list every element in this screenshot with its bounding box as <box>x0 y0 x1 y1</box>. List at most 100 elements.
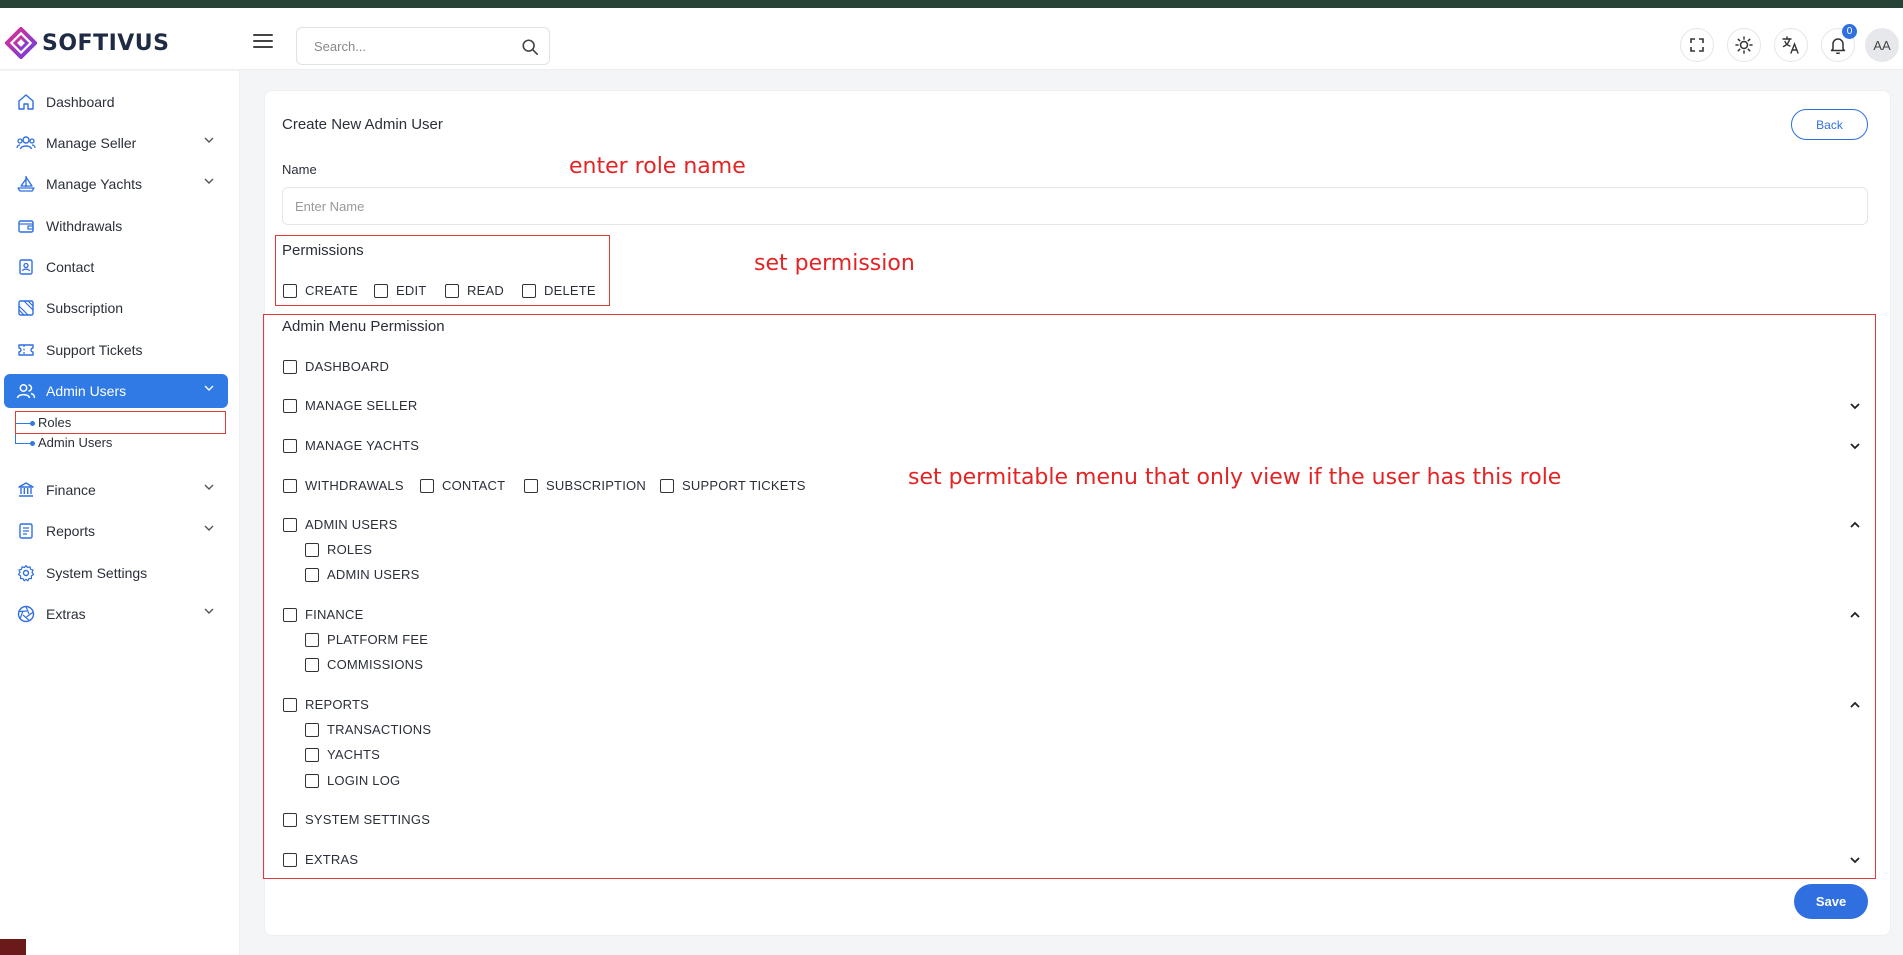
permission-delete-checkbox[interactable]: DELETE <box>522 283 596 298</box>
checkbox-label: CREATE <box>305 283 358 298</box>
sidebar-subitem-admin-users[interactable]: Admin Users <box>38 435 112 450</box>
checkbox-box[interactable] <box>660 478 674 493</box>
language-button[interactable] <box>1774 28 1808 62</box>
checkbox-box[interactable] <box>374 283 388 298</box>
sidebar-item-extras[interactable]: Extras <box>4 597 228 631</box>
checkbox-label: WITHDRAWALS <box>305 478 404 493</box>
checkbox-box[interactable] <box>283 359 297 374</box>
sidebar-item-withdrawals[interactable]: Withdrawals <box>4 209 228 243</box>
checkbox-box[interactable] <box>305 567 319 582</box>
checkbox-label: ROLES <box>327 542 373 557</box>
chevron-up-icon[interactable] <box>1848 518 1862 532</box>
back-button[interactable]: Back <box>1791 109 1868 140</box>
chevron-down-icon <box>204 178 214 184</box>
menu-platform-fee-checkbox[interactable]: PLATFORM FEE <box>305 632 428 647</box>
chevron-down-icon[interactable] <box>1848 853 1862 867</box>
permission-edit-checkbox[interactable]: EDIT <box>374 283 426 298</box>
menu-withdrawals-checkbox[interactable]: WITHDRAWALS <box>283 478 404 493</box>
checkbox-box[interactable] <box>283 517 297 532</box>
checkbox-box[interactable] <box>283 283 297 298</box>
corner-widget <box>0 939 26 955</box>
page-title: Create New Admin User <box>282 116 443 133</box>
sidebar-item-label: Manage Yachts <box>46 176 142 192</box>
menu-login-log-checkbox[interactable]: LOGIN LOG <box>305 773 400 788</box>
sidebar-item-admin-users[interactable]: Admin Users <box>4 374 228 408</box>
chevron-up-icon[interactable] <box>1848 698 1862 712</box>
checkbox-box[interactable] <box>305 632 319 647</box>
sidebar-item-label: Contact <box>46 259 95 275</box>
theme-toggle-button[interactable] <box>1727 28 1761 62</box>
checkbox-box[interactable] <box>283 438 297 453</box>
sidebar-item-label: Reports <box>46 523 96 539</box>
checkbox-box[interactable] <box>305 747 319 762</box>
checkbox-box[interactable] <box>522 283 536 298</box>
checkbox-label: YACHTS <box>327 747 380 762</box>
menu-yachts-checkbox[interactable]: YACHTS <box>305 747 380 762</box>
checkbox-label: ADMIN USERS <box>327 567 420 582</box>
menu-toggle-icon[interactable] <box>253 34 273 50</box>
chevron-down-icon <box>204 608 214 614</box>
menu-extras-checkbox[interactable]: EXTRAS <box>283 852 358 867</box>
sidebar-item-contact[interactable]: Contact <box>4 250 228 284</box>
checkbox-box[interactable] <box>283 852 297 867</box>
checkbox-box[interactable] <box>283 607 297 622</box>
name-field[interactable] <box>282 187 1868 225</box>
fullscreen-button[interactable] <box>1680 28 1714 62</box>
sidebar-item-manage-yachts[interactable]: Manage Yachts <box>4 167 228 201</box>
checkbox-label: READ <box>467 283 504 298</box>
checkbox-box[interactable] <box>445 283 459 298</box>
contact-icon <box>16 257 36 277</box>
chevron-down-icon[interactable] <box>1848 399 1862 413</box>
menu-contact-checkbox[interactable]: CONTACT <box>420 478 505 493</box>
checkbox-box[interactable] <box>305 722 319 737</box>
search-icon[interactable] <box>521 38 539 56</box>
wallet-icon <box>16 216 36 236</box>
annotation-highlight-menu <box>263 314 1876 879</box>
sidebar-item-dashboard[interactable]: Dashboard <box>4 85 228 119</box>
checkbox-label: MANAGE YACHTS <box>305 438 420 453</box>
ticket-icon <box>16 340 36 360</box>
checkbox-box[interactable] <box>283 478 297 493</box>
save-button[interactable]: Save <box>1794 884 1868 919</box>
menu-roles-checkbox[interactable]: ROLES <box>305 542 372 557</box>
menu-support-tickets-checkbox[interactable]: SUPPORT TICKETS <box>660 478 806 493</box>
sidebar-item-system-settings[interactable]: System Settings <box>4 556 228 590</box>
permission-read-checkbox[interactable]: READ <box>445 283 504 298</box>
checkbox-box[interactable] <box>305 657 319 672</box>
sidebar-item-support-tickets[interactable]: Support Tickets <box>4 333 228 367</box>
checkbox-label: SUPPORT TICKETS <box>682 478 806 493</box>
menu-admin-users-checkbox[interactable]: ADMIN USERS <box>283 517 398 532</box>
sidebar-item-finance[interactable]: Finance <box>4 473 228 507</box>
permission-create-checkbox[interactable]: CREATE <box>283 283 358 298</box>
menu-reports-checkbox[interactable]: REPORTS <box>283 697 369 712</box>
menu-manage-seller-checkbox[interactable]: MANAGE SELLER <box>283 398 417 413</box>
sidebar-item-subscription[interactable]: Subscription <box>4 291 228 325</box>
avatar[interactable]: AA <box>1865 28 1899 62</box>
sidebar-item-manage-seller[interactable]: Manage Seller <box>4 126 228 160</box>
menu-transactions-checkbox[interactable]: TRANSACTIONS <box>305 722 431 737</box>
submenu-connector <box>15 443 31 444</box>
checkbox-label: FINANCE <box>305 607 364 622</box>
search-input[interactable] <box>297 28 497 64</box>
checkbox-box[interactable] <box>305 773 319 788</box>
menu-admin-users-sub-checkbox[interactable]: ADMIN USERS <box>305 567 420 582</box>
menu-subscription-checkbox[interactable]: SUBSCRIPTION <box>524 478 646 493</box>
notifications-button[interactable]: 0 <box>1821 24 1857 62</box>
menu-finance-checkbox[interactable]: FINANCE <box>283 607 363 622</box>
menu-dashboard-checkbox[interactable]: DASHBOARD <box>283 359 389 374</box>
chevron-down-icon[interactable] <box>1848 439 1862 453</box>
menu-commissions-checkbox[interactable]: COMMISSIONS <box>305 657 423 672</box>
menu-manage-yachts-checkbox[interactable]: MANAGE YACHTS <box>283 438 419 453</box>
translate-icon <box>1782 36 1799 54</box>
chevron-up-icon[interactable] <box>1848 608 1862 622</box>
checkbox-box[interactable] <box>283 812 297 827</box>
checkbox-box[interactable] <box>420 478 434 493</box>
menu-system-settings-checkbox[interactable]: SYSTEM SETTINGS <box>283 812 430 827</box>
brand-logo[interactable]: SOFTIVUS <box>5 27 170 59</box>
checkbox-box[interactable] <box>524 478 538 493</box>
sidebar-item-reports[interactable]: Reports <box>4 514 228 548</box>
checkbox-box[interactable] <box>283 697 297 712</box>
checkbox-box[interactable] <box>305 542 319 557</box>
checkbox-box[interactable] <box>283 398 297 413</box>
annotation-permission-note: set permission <box>754 251 915 276</box>
